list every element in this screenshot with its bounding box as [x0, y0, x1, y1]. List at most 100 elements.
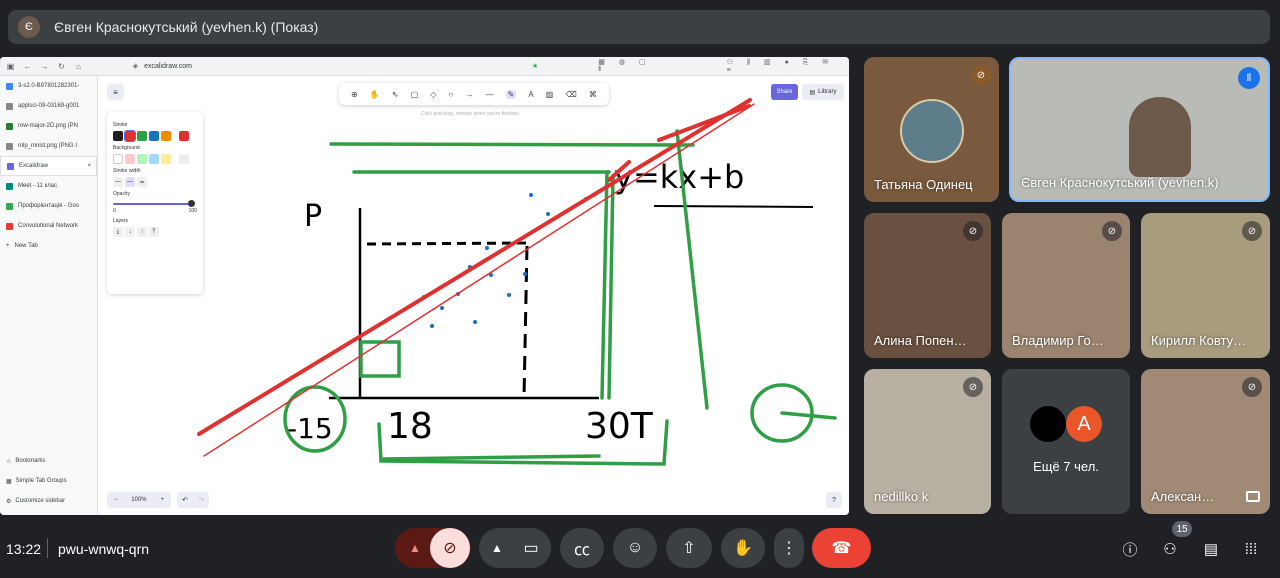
participant-video — [1129, 97, 1191, 177]
excalidraw-canvas[interactable]: P 18 30T -15 y=kx+b ≡ ⊕ ✋ ⇖ ▢ ◇ ○ → — ✎ … — [99, 76, 849, 515]
rectangle-tool-icon[interactable]: ▢ — [411, 90, 419, 99]
share-button[interactable]: Share — [771, 84, 798, 100]
thin-stroke-button[interactable]: — — [113, 177, 123, 187]
bg-transparent-swatch[interactable] — [113, 154, 123, 164]
new-tab-button[interactable]: + New Tab — [0, 236, 97, 256]
more-tools-icon[interactable]: ⌘ — [589, 90, 597, 99]
redo-icon[interactable]: ↷ — [198, 496, 204, 504]
bring-to-front-icon[interactable]: ⤒ — [149, 227, 159, 237]
hand-tool-icon[interactable]: ✋ — [370, 90, 380, 99]
extension-icons[interactable]: ▦ ◍ ▢ ⦀ — [598, 58, 666, 74]
tab-item[interactable]: applsci-09-03169-g001 — [0, 96, 97, 116]
customize-sidebar-item[interactable]: ⚙ Customize sidebar — [0, 491, 98, 511]
stroke-green-swatch[interactable] — [137, 131, 147, 141]
stroke-black-swatch[interactable] — [113, 131, 123, 141]
stroke-red-swatch[interactable] — [124, 130, 136, 142]
tab-item[interactable]: Convolutional Network — [0, 216, 97, 236]
ellipse-tool-icon[interactable]: ○ — [449, 90, 454, 99]
participant-tile-speaking[interactable]: ⦀ Євген Краснокутський (yevhen.k) — [1009, 57, 1270, 202]
pencil-tool-icon[interactable]: ✎ — [505, 89, 517, 99]
bold-stroke-button[interactable]: — — [125, 177, 135, 187]
participant-tile[interactable]: ⊘ Татьяна Одинец — [864, 57, 999, 202]
hand-icon: ✋ — [733, 540, 753, 557]
participant-tile[interactable]: ⊘ nedillko k — [864, 369, 991, 514]
bg-green-swatch[interactable] — [137, 154, 147, 164]
bg-yellow-swatch[interactable] — [161, 154, 171, 164]
meeting-info-button[interactable]: ⓘ — [1117, 536, 1143, 562]
image-tool-icon[interactable]: ▨ — [546, 90, 554, 99]
reload-icon[interactable]: ↻ — [57, 62, 66, 71]
lock-tool-icon[interactable]: ⊕ — [351, 90, 358, 99]
zoom-out-button[interactable]: − — [114, 497, 118, 503]
eraser-tool-icon[interactable]: ⌫ — [565, 90, 576, 99]
present-button[interactable]: ⇧ — [666, 528, 712, 568]
zoom-in-button[interactable]: + — [161, 497, 165, 503]
more-participants-tile[interactable]: A Ещё 7 чел. — [1002, 369, 1130, 514]
current-bg-swatch[interactable] — [179, 154, 189, 164]
captions-button[interactable]: ㏄ — [560, 528, 604, 568]
bg-pink-swatch[interactable] — [125, 154, 135, 164]
participant-avatar-letter: A — [1066, 406, 1102, 442]
arrow-tool-icon[interactable]: → — [465, 90, 473, 99]
browser-menu-icons[interactable]: ⚇ ⫼ ▥ ● ⎘ ✉ ≡ — [727, 58, 849, 74]
participant-tile[interactable]: ⊘ Владимир Го… — [1002, 213, 1130, 358]
tab-groups-item[interactable]: ▦ Simple Tab Groups — [0, 471, 98, 491]
extra-bold-stroke-button[interactable]: ━ — [137, 177, 147, 187]
background-label: Background — [113, 145, 140, 151]
home-icon[interactable]: ⌂ — [74, 62, 83, 71]
divider — [47, 538, 48, 558]
tab-item[interactable]: Профорієнтація - Goo — [0, 196, 97, 216]
tab-item[interactable]: 3-s2.0-B97801282301- — [0, 76, 97, 96]
tab-item[interactable]: mlp_mnist.png (PNG I — [0, 136, 97, 156]
bg-blue-swatch[interactable] — [149, 154, 159, 164]
leave-call-button[interactable]: ☎ — [812, 528, 871, 568]
camera-options-chevron-icon[interactable]: ▲ — [491, 541, 503, 555]
activities-button[interactable]: ⁞⁞⁞ — [1238, 536, 1264, 562]
url-bar[interactable]: excalidraw.com — [144, 63, 192, 70]
tab-label: Профорієнтація - Goo — [18, 203, 80, 209]
chat-button[interactable]: ▤ — [1198, 536, 1224, 562]
library-button[interactable]: ▤ Library — [802, 84, 844, 100]
mic-off-icon: ⊘ — [443, 540, 457, 557]
tab-item[interactable]: row-major-2D.png (PN — [0, 116, 97, 136]
participant-tile[interactable]: ⊘ Кирилл Ковту… — [1141, 213, 1270, 358]
close-tab-icon[interactable]: × — [87, 163, 96, 169]
opacity-min: 0 — [113, 208, 116, 214]
undo-icon[interactable]: ↶ — [182, 496, 188, 504]
reactions-button[interactable]: ☺ — [613, 528, 657, 568]
raise-hand-button[interactable]: ✋ — [721, 528, 765, 568]
diamond-tool-icon[interactable]: ◇ — [430, 90, 436, 99]
stroke-orange-swatch[interactable] — [161, 131, 171, 141]
text-tool-icon[interactable]: A — [528, 90, 533, 99]
bookmark-star-icon[interactable]: ★ — [532, 62, 538, 70]
pip-icon[interactable] — [1246, 491, 1260, 502]
zoom-level[interactable]: 100% — [131, 497, 146, 503]
sidebar-toggle-icon[interactable]: ▣ — [6, 62, 15, 71]
send-to-back-icon[interactable]: ⤓ — [113, 227, 123, 237]
select-tool-icon[interactable]: ⇖ — [392, 90, 399, 99]
tab-favicon — [6, 182, 13, 190]
participant-tile[interactable]: ⊘ Алексан… — [1141, 369, 1270, 514]
bookmarks-item[interactable]: ☆ Bookmarks — [0, 451, 98, 471]
tab-item[interactable]: Meet - 11 клас — [0, 176, 97, 196]
stroke-blue-swatch[interactable] — [149, 131, 159, 141]
help-icon[interactable]: ? — [826, 492, 842, 508]
send-backward-icon[interactable]: ↓ — [125, 227, 135, 237]
participant-tile[interactable]: ⊘ Алина Попен… — [864, 213, 991, 358]
people-button[interactable]: ⚇ — [1157, 536, 1183, 562]
mic-options-chevron-icon[interactable]: ▲ — [409, 541, 421, 555]
line-tool-icon[interactable]: — — [486, 90, 494, 99]
mic-off-button[interactable]: ⊘ — [430, 528, 470, 568]
camera-button[interactable]: ▭ — [511, 528, 551, 568]
opacity-slider[interactable] — [113, 200, 197, 208]
tab-item-excalidraw[interactable]: Excalidraw × — [0, 156, 97, 176]
forward-icon[interactable]: → — [40, 62, 49, 71]
hamburger-menu-button[interactable]: ≡ — [107, 84, 124, 100]
vertical-tabs: 3-s2.0-B97801282301- applsci-09-03169-g0… — [0, 76, 98, 515]
mic-off-icon: ⊘ — [963, 221, 983, 241]
bring-forward-icon[interactable]: ↑ — [137, 227, 147, 237]
more-options-button[interactable]: ⋮ — [774, 528, 804, 568]
customize-label: Customize sidebar — [15, 498, 66, 504]
back-icon[interactable]: ← — [23, 62, 32, 71]
current-stroke-swatch[interactable] — [179, 131, 189, 141]
